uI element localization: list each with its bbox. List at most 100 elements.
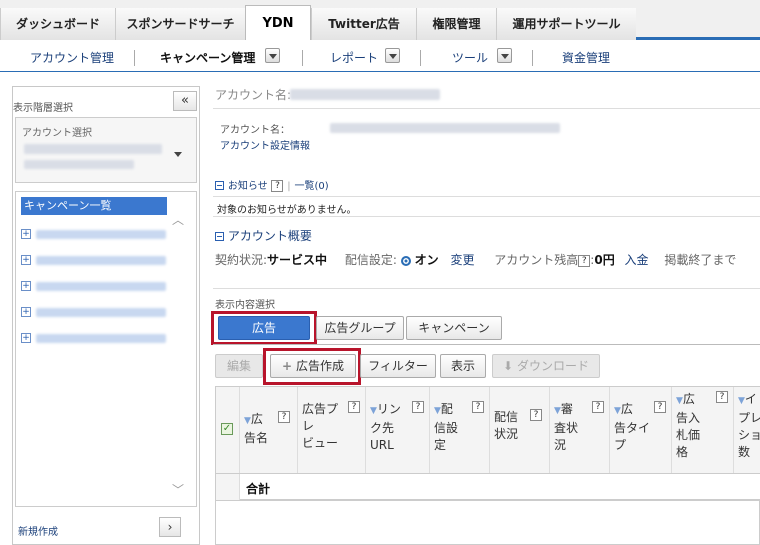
report-dropdown-icon[interactable] [385, 48, 400, 63]
col-bid-price[interactable]: ▼広 告入 札価格 ? [672, 387, 734, 473]
expand-icon[interactable]: + [21, 229, 31, 239]
delivery-on-radio[interactable] [400, 255, 411, 266]
col-review-status[interactable]: ▼審 査状況 ? [550, 387, 610, 473]
col-delivery-status: 配信 状況 ? [490, 387, 550, 473]
divider [213, 344, 760, 345]
col-ad-name[interactable]: ▼広 告名 ? [240, 387, 298, 473]
help-icon[interactable]: ? [654, 401, 666, 413]
col-delivery-setting[interactable]: ▼配 信設定 ? [430, 387, 490, 473]
scroll-up-icon[interactable]: ︿ [172, 214, 184, 226]
expand-icon[interactable]: + [21, 307, 31, 317]
collapse-panel-button[interactable]: « [173, 91, 197, 111]
col-ad-type[interactable]: ▼広 告タイプ ? [610, 387, 672, 473]
balance-value: 0円 [594, 253, 615, 267]
account-selector[interactable]: アカウント選択 [15, 117, 197, 183]
divider [213, 108, 760, 109]
help-icon[interactable]: ? [278, 411, 290, 423]
edit-button[interactable]: 編集 [215, 354, 263, 378]
delivery-change-link[interactable]: 変更 [450, 253, 474, 267]
hierarchy-panel: 表示階層選択 « アカウント選択 キャンペーン一覧 ︿ + + + + + ﹀ … [12, 86, 200, 545]
help-icon[interactable]: ? [716, 391, 728, 403]
tab-twitter-ads[interactable]: Twitter広告 [311, 8, 416, 40]
campaign-item-redacted[interactable] [36, 230, 166, 239]
campaign-item-redacted[interactable] [36, 308, 166, 317]
campaign-tree: キャンペーン一覧 ︿ + + + + + ﹀ [15, 191, 197, 507]
expand-icon[interactable]: + [21, 255, 31, 265]
display-button[interactable]: 表示 [440, 354, 486, 378]
overview-label: アカウント概要 [227, 229, 312, 243]
account-settings-link[interactable]: アカウント設定情報 [220, 137, 310, 152]
expand-icon[interactable]: + [21, 333, 31, 343]
subnav-separator [420, 50, 421, 66]
highlight-frame [263, 348, 361, 385]
end-notice-text: 掲載終了まで [664, 253, 737, 267]
download-button[interactable]: ⬇ ダウンロード [492, 354, 600, 378]
overview-row: 契約状況:サービス中 配信設定: オン 変更 アカウント残高?:0円 入金 掲載… [215, 253, 737, 267]
account-details-redacted [330, 123, 560, 133]
select-all-header: ✓ [216, 387, 240, 473]
help-icon[interactable]: ? [348, 401, 360, 413]
help-icon[interactable]: ? [578, 254, 591, 267]
contract-status-value: サービス中 [267, 253, 328, 267]
help-icon[interactable]: ? [530, 409, 542, 421]
tab-permissions[interactable]: 権限管理 [416, 8, 496, 40]
tab-support-tools[interactable]: 運用サポートツール [496, 8, 636, 40]
tools-dropdown-icon[interactable] [497, 48, 512, 63]
ads-table: ✓ ▼広 告名 ? 広告プレビュー ? ▼リン ク先 URL ? ▼配 信設定 ? 配信… [215, 386, 760, 545]
deposit-link[interactable]: 入金 [625, 253, 649, 267]
col-impressions[interactable]: ▼イ プレ ショ数 [734, 387, 760, 473]
tab-sponsored-search[interactable]: スポンサードサーチ [115, 8, 245, 40]
new-create-link[interactable]: 新規作成 [18, 523, 58, 538]
account-id-redacted [24, 160, 134, 169]
notice-list-link[interactable]: 一覧(0) [295, 181, 329, 192]
campaign-item-redacted[interactable] [36, 334, 166, 343]
delivery-label: 配信設定: [344, 253, 397, 267]
balance-label: アカウント残高 [494, 253, 579, 267]
divider [213, 216, 760, 217]
notice-label: お知らせ [227, 181, 268, 192]
subnav-tools[interactable]: ツール [452, 49, 488, 66]
download-icon: ⬇ [503, 359, 514, 373]
select-all-checkbox[interactable]: ✓ [221, 423, 233, 435]
divider [213, 288, 760, 289]
notice-empty-message: 対象のお知らせがありません。 [217, 205, 357, 216]
account-name-label: アカウント名： [220, 125, 290, 136]
total-label: 合計 [246, 482, 271, 496]
expand-icon[interactable]: + [21, 281, 31, 291]
col-link-url[interactable]: ▼リン ク先 URL ? [366, 387, 430, 473]
help-icon[interactable]: ? [592, 401, 604, 413]
account-select-label: アカウント選択 [22, 128, 92, 139]
subnav-funds[interactable]: 資金管理 [562, 49, 610, 66]
subnav-separator [134, 50, 135, 66]
account-dropdown-icon[interactable] [174, 152, 182, 157]
contract-status-label: 契約状況: [215, 253, 268, 267]
tab-dashboard[interactable]: ダッシュボード [0, 8, 115, 40]
campaign-item-redacted[interactable] [36, 282, 166, 291]
sub-nav: アカウント管理 キャンペーン管理 レポート ツール 資金管理 [0, 43, 760, 72]
filter-button[interactable]: フィルター [360, 354, 436, 378]
scroll-down-icon[interactable]: ﹀ [172, 484, 184, 496]
tab-ydn[interactable]: YDN [245, 5, 311, 40]
total-row: 合計 [216, 473, 760, 501]
collapse-icon[interactable] [215, 181, 224, 190]
account-name-redacted [24, 144, 162, 154]
next-arrow-button[interactable]: › [159, 517, 181, 537]
download-label: ダウンロード [516, 359, 589, 373]
help-icon[interactable]: ? [271, 179, 284, 192]
subnav-report[interactable]: レポート [330, 49, 378, 66]
help-icon[interactable]: ? [472, 401, 484, 413]
account-name-redacted [290, 89, 440, 100]
campaign-item-redacted[interactable] [36, 256, 166, 265]
campaign-list-header[interactable]: キャンペーン一覧 [21, 197, 167, 215]
view-tab-ad-groups[interactable]: 広告グループ [316, 316, 404, 340]
campaign-mgmt-dropdown-icon[interactable] [265, 48, 280, 63]
delivery-value: オン [414, 253, 439, 267]
subnav-campaign-mgmt[interactable]: キャンペーン管理 [160, 49, 255, 66]
view-tab-campaigns[interactable]: キャンペーン [406, 316, 502, 340]
subnav-account-mgmt[interactable]: アカウント管理 [30, 49, 114, 66]
hierarchy-panel-title: 表示階層選択 [13, 103, 73, 114]
notice-section-header: お知らせ ? | 一覧(0) [215, 177, 329, 192]
highlight-frame [211, 311, 317, 345]
help-icon[interactable]: ? [412, 401, 424, 413]
collapse-icon[interactable] [215, 232, 224, 241]
